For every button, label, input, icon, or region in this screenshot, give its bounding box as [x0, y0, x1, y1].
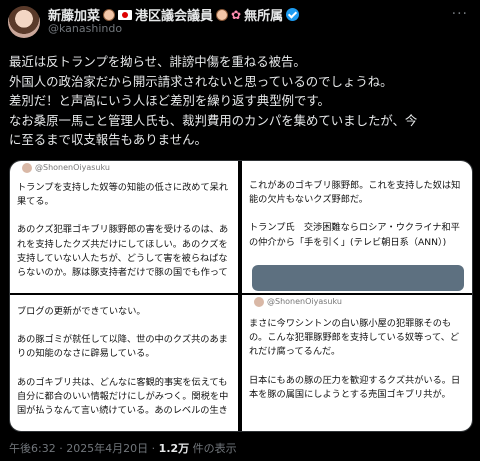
author-title[interactable]: 港区議会議員 [135, 5, 213, 24]
image-text-line: 本を豚の属国にしようとする売国ゴキブリ共が。 [249, 388, 451, 400]
tweet-line: なお桑原一馬こと管理人氏も、裁判費用のカンパを集めていましたが、今 [9, 112, 418, 128]
image-text-line: あのクズ犯罪ゴキブリ豚野郎の害を受けるのは、あ [17, 224, 229, 236]
image-2[interactable]: これがあのゴキブリ豚野郎。これを支持した奴は知 能の欠片もないクズ野郎だ。 トラ… [242, 161, 472, 293]
image-text-gap [10, 209, 238, 223]
image-text-line: 国が払うなんて言い続けている。あのレベルの生き [17, 405, 228, 417]
image-text-line: りの知能のなさに辟易している。 [17, 348, 155, 360]
ellipsis-icon[interactable]: ··· [452, 6, 468, 22]
image-text-gap [10, 362, 238, 376]
image-text-line: れを支持したクズ共だけにしてほしい。あのクズを [17, 238, 228, 250]
tweet-line: に至るまで収支報告もありません。 [9, 132, 207, 147]
tweet-line: 差別だ！と声高にいう人ほど差別を繰り返す典型例です。 [9, 93, 330, 108]
image-text-gap [242, 360, 472, 374]
face-emoji-icon [103, 8, 116, 21]
face-emoji-icon [216, 8, 229, 21]
image-text-line: れだけ腐ってるんだ。 [249, 346, 341, 358]
link-card-thumbnail [252, 265, 464, 291]
image-source-handle: @ShonenOiyasuku [35, 163, 110, 172]
author-handle[interactable]: @kanashindo [48, 22, 122, 35]
author-affiliation[interactable]: 無所属 [244, 5, 283, 24]
source-avatar [22, 162, 32, 173]
image-text-line: トランプを支持した奴等の知能の低さに改めて呆れ [17, 182, 229, 193]
media-grid[interactable]: @ShonenOiyasuku トランプを支持した奴等の知能の低さに改めて呆れ … [9, 160, 473, 432]
image-text-line: 果てる。 [17, 196, 54, 208]
blossom-emoji-icon: ✿ [231, 7, 242, 22]
image-text-line: これがあのゴキブリ豚野郎。これを支持した奴は知 [249, 180, 461, 191]
image-source: @ShonenOiyasuku [10, 161, 110, 173]
japan-flag-icon [118, 9, 133, 20]
image-text-line: ブログの更新ができていない。 [17, 306, 146, 317]
image-text-line: 自分に都合のいい情報だけにしがみつく。関税を中 [17, 390, 229, 402]
image-text-line: の。こんな犯罪豚野郎を支持している奴等って、ど [249, 332, 460, 344]
timestamp[interactable]: 午後6:32 · 2025年4月20日 · [9, 442, 159, 455]
image-1[interactable]: @ShonenOiyasuku トランプを支持した奴等の知能の低さに改めて呆れ … [10, 161, 238, 293]
source-avatar [254, 296, 264, 307]
tweet-line: 最近は反トランプを拗らせ、誹謗中傷を重ねる被告。 [9, 54, 306, 69]
image-text-gap [10, 319, 238, 333]
view-count: 1.2万 [158, 442, 190, 455]
image-text-line: あのゴキブリ共は、どんなに客観的事実を伝えても [17, 376, 228, 388]
tweet-text: 最近は反トランプを拗らせ、誹謗中傷を重ねる被告。 外国人の政治家だから開示請求さ… [9, 52, 475, 150]
image-4[interactable]: @ShonenOiyasuku まさに今ワシントンの白い豚小屋の犯罪豚そのも の… [242, 295, 472, 431]
image-text-gap [242, 207, 472, 221]
tweet-line: 外国人の政治家だから開示請求されないと思っているのでしょうね。 [9, 73, 393, 89]
avatar[interactable] [8, 6, 40, 38]
image-text-line: 支持していない人たちが、どうして害を被らねばな [17, 252, 228, 264]
image-text-line: らないのか。豚は豚支持者だけで豚の国でも作って [17, 267, 228, 279]
image-text-line: 日本にもあの豚の圧力を歓迎するクズ共がいる。日 [249, 374, 461, 386]
image-source: @ShonenOiyasuku [242, 295, 342, 307]
image-text-line: の仲介から「手を引く」(テレビ朝日系（ANN）) [249, 236, 447, 248]
tweet-meta: 午後6:32 · 2025年4月20日 · 1.2万 件の表示 [9, 440, 237, 456]
view-count-suffix: 件の表示 [189, 442, 237, 455]
image-text-line: トランプ氏 交渉困難ならロシア・ウクライナ和平 [249, 222, 460, 234]
tweet-header: 新藤加菜 港区議会議員 ✿ 無所属 @kanashindo ··· [0, 0, 480, 40]
image-text-line: まさに今ワシントンの白い豚小屋の犯罪豚そのも [249, 318, 452, 329]
image-3[interactable]: ブログの更新ができていない。 あの豚ゴミが就任して以降、世の中のクズ共のあま り… [10, 295, 238, 431]
image-text-line: 能の欠片もないクズ野郎だ。 [249, 194, 368, 206]
verified-badge-icon[interactable] [286, 8, 300, 21]
image-text-line: あの豚ゴミが就任して以降、世の中のクズ共のあま [17, 334, 228, 346]
image-source-handle: @ShonenOiyasuku [267, 297, 342, 306]
